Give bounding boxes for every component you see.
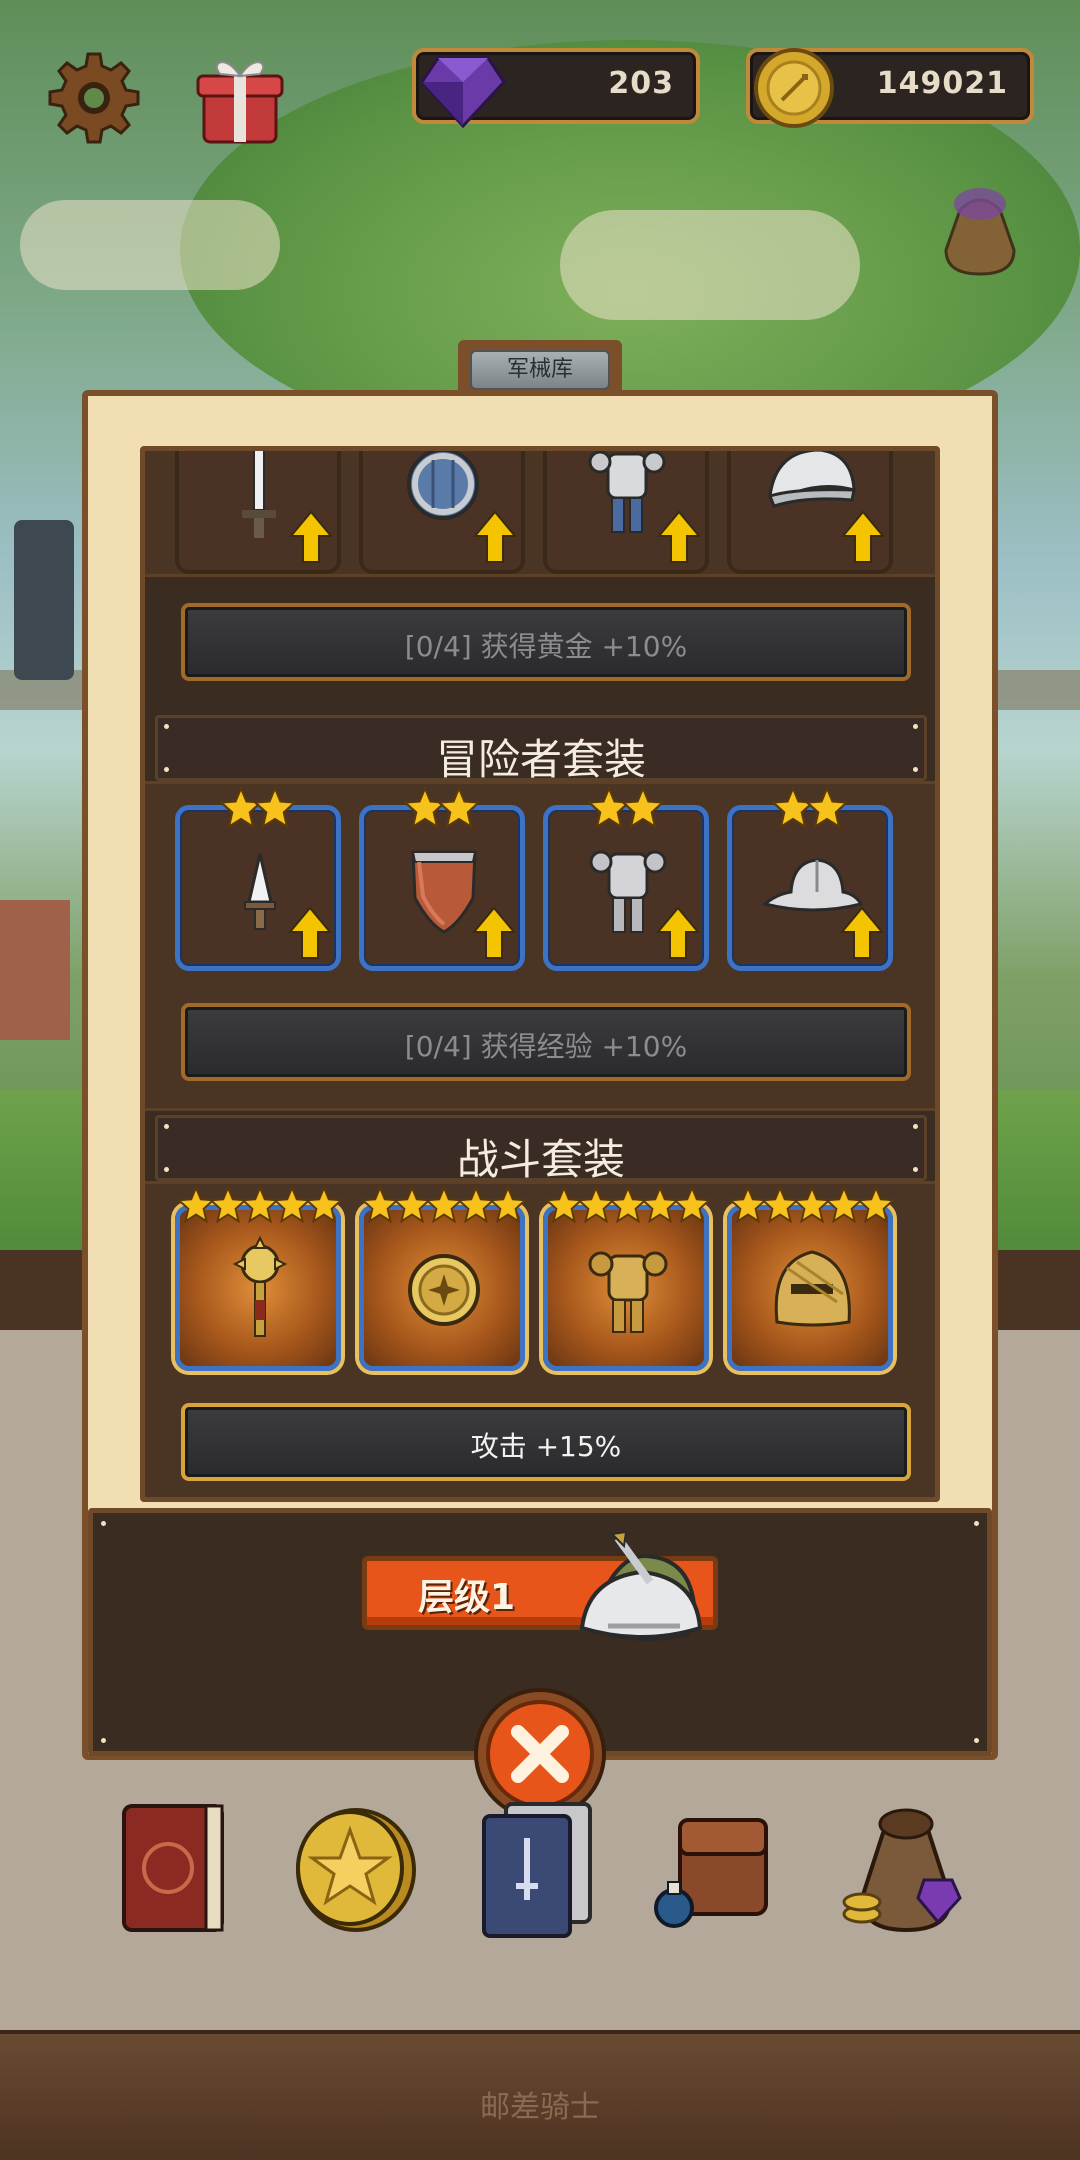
knight-helmet-icon [579, 1530, 703, 1641]
brick-wall [0, 900, 70, 1040]
star-icon [805, 786, 849, 830]
spellbook-icon[interactable] [110, 1790, 240, 1940]
equipment-slot[interactable] [543, 1186, 711, 1371]
star-rating [729, 1186, 895, 1232]
equipment-slot[interactable] [359, 451, 525, 574]
cloud [560, 210, 860, 320]
set-header: 冒险者套装 [155, 715, 927, 784]
footer-title: 邮差骑士 [480, 2090, 600, 2125]
upgrade-arrow-icon [472, 906, 516, 959]
equipment-slot[interactable] [727, 786, 893, 971]
upgrade-arrow-icon [289, 510, 333, 563]
equipment-slot[interactable] [175, 451, 341, 574]
upgrade-arrow-icon [473, 510, 517, 563]
equipment-set-list[interactable]: [0/4] 获得黄金 +10% 冒险者套装 [0/4] 获得经验 +10% 战斗… [140, 446, 940, 1502]
coin-count: 149021 [876, 66, 1008, 101]
set-bonus-text: 攻击 +15% [470, 1430, 622, 1463]
equipment-slot[interactable] [359, 1186, 527, 1371]
equipment-slot[interactable] [359, 786, 525, 971]
equipment-slot[interactable] [727, 1186, 895, 1371]
golden-armor-icon [588, 1251, 668, 1333]
upgrade-arrow-icon [840, 906, 884, 959]
star-icon [857, 1186, 895, 1224]
star-rating [545, 1186, 711, 1232]
set-items-row [145, 451, 935, 577]
set-bonus-bar: 攻击 +15% [181, 1403, 911, 1481]
star-rating [177, 1186, 343, 1232]
panel-title: 军械库 [470, 350, 610, 390]
star-rating [180, 786, 336, 832]
loot-bag-icon[interactable] [930, 180, 1030, 280]
gear-icon[interactable] [44, 48, 144, 148]
equipment-slot[interactable] [175, 786, 341, 971]
set-name: 战斗套装 [456, 1135, 625, 1184]
star-icon [305, 1186, 343, 1224]
golden-helmet-icon [774, 1250, 851, 1327]
backpack-icon[interactable] [650, 1790, 780, 1940]
set-header: 战斗套装 [155, 1115, 927, 1184]
golden-mace-icon [232, 1235, 288, 1337]
star-icon [489, 1186, 527, 1224]
star-coin-icon[interactable] [290, 1790, 420, 1940]
chimney [14, 520, 74, 680]
equipment-slot[interactable] [543, 786, 709, 971]
upgrade-arrow-icon [656, 906, 700, 959]
upgrade-arrow-icon [841, 510, 885, 563]
cloud [20, 200, 280, 290]
star-rating [361, 1186, 527, 1232]
equipment-slot[interactable] [543, 451, 709, 574]
upgrade-arrow-icon [288, 906, 332, 959]
star-icon [253, 786, 297, 830]
star-icon [437, 786, 481, 830]
star-icon [673, 1186, 711, 1224]
purple-gem-icon [420, 56, 506, 129]
set-bonus-text: [0/4] 获得黄金 +10% [404, 630, 688, 663]
star-rating [364, 786, 520, 832]
star-rating [548, 786, 704, 832]
equipment-slot[interactable] [175, 1186, 343, 1371]
equipment-slot[interactable] [727, 451, 893, 574]
tier-label: 层级1 [418, 1577, 516, 1618]
set-bonus-bar: [0/4] 获得经验 +10% [181, 1003, 911, 1081]
star-rating [732, 786, 888, 832]
golden-shield-icon [408, 1254, 480, 1326]
gift-icon[interactable] [190, 48, 290, 148]
gold-coin-icon [754, 48, 834, 128]
gem-count: 203 [608, 66, 674, 101]
set-bonus-bar: [0/4] 获得黄金 +10% [181, 603, 911, 681]
upgrade-arrow-icon [657, 510, 701, 563]
card-deck-icon[interactable] [470, 1790, 600, 1940]
set-bonus-text: [0/4] 获得经验 +10% [404, 1030, 688, 1063]
star-icon [621, 786, 665, 830]
loot-bag-icon[interactable] [840, 1790, 970, 1940]
set-name: 冒险者套装 [435, 735, 646, 784]
